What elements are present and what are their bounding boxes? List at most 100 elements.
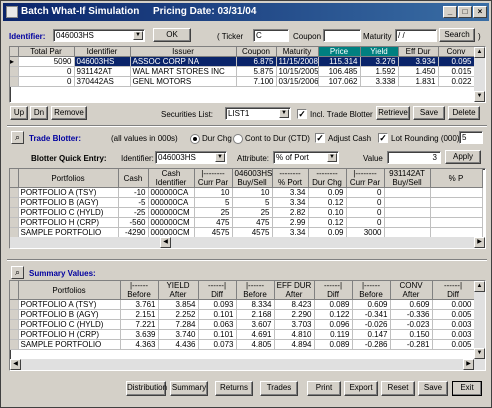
cell[interactable]: 0.005 <box>432 339 475 350</box>
cell[interactable]: 8.423 <box>274 299 315 310</box>
cell[interactable]: 3.934 <box>398 56 439 67</box>
cell[interactable] <box>384 227 431 238</box>
cell[interactable]: 4.894 <box>274 339 315 350</box>
col-conv[interactable]: Conv <box>438 47 475 57</box>
cell[interactable]: 4575 <box>232 227 273 238</box>
search-button[interactable]: Search <box>439 28 475 42</box>
cell[interactable]: 0.147 <box>352 329 391 340</box>
cell[interactable]: 0.09 <box>308 227 347 238</box>
row-selector[interactable] <box>10 227 19 238</box>
col-eff-dur[interactable]: Eff Dur <box>398 47 439 57</box>
col-yield[interactable]: Yield <box>360 47 399 57</box>
cell[interactable]: -0.341 <box>352 309 391 320</box>
col-yield-before[interactable]: |------ Before <box>120 281 159 300</box>
cell[interactable]: -25 <box>118 207 149 218</box>
cell[interactable]: 0 <box>18 66 75 77</box>
cell[interactable]: 0.003 <box>432 329 475 340</box>
cell[interactable]: 1.831 <box>398 76 439 87</box>
trades-button[interactable]: Trades <box>260 381 298 396</box>
col-conv-before[interactable]: |------ Before <box>352 281 391 300</box>
row-selector[interactable] <box>10 309 19 320</box>
cell[interactable]: 0.003 <box>432 319 475 330</box>
cell[interactable]: SAMPLE PORTFOLIO <box>18 339 121 350</box>
col-issuer[interactable]: Issuer <box>130 47 237 57</box>
col-046003hs-buy-sell[interactable]: 046003HS Buy/Sell <box>232 169 273 188</box>
col-931142at-buy-sell[interactable]: 931142AT Buy/Sell <box>384 169 431 188</box>
value-input[interactable]: 3 <box>387 151 441 164</box>
cell[interactable]: WAL MART STORES INC <box>130 66 237 77</box>
col-total-par[interactable]: Total Par <box>18 47 75 57</box>
row-selector[interactable] <box>10 207 19 218</box>
cell[interactable]: 3.276 <box>360 56 399 67</box>
cell[interactable]: -4290 <box>118 227 149 238</box>
table-row[interactable]: SAMPLE PORTFOLIO 4.363 4.436 0.073 4.805 4.89… <box>10 339 475 350</box>
cell[interactable]: 0.122 <box>314 309 353 320</box>
cell[interactable]: 0 <box>346 217 385 228</box>
col-cash[interactable]: Cash <box>118 169 149 188</box>
table-row[interactable]: PORTFOLIO B (AGY) 2.151 2.252 0.101 2.168 2.2… <box>10 309 475 320</box>
cell[interactable]: 0.063 <box>198 319 237 330</box>
cell[interactable]: 0.12 <box>308 217 347 228</box>
lot-rounding-input[interactable]: 5 <box>459 131 483 144</box>
scroll-down-icon[interactable]: ▼ <box>474 91 485 102</box>
cell[interactable]: 4575 <box>194 227 233 238</box>
cell[interactable]: 10/15/2005 <box>276 66 319 77</box>
col-effdur-diff[interactable]: ------| Diff <box>314 281 353 300</box>
cell[interactable]: 0.609 <box>352 299 391 310</box>
cell[interactable]: PORTFOLIO B (AGY) <box>18 309 121 320</box>
cell[interactable]: PORTFOLIO A (TSY) <box>18 299 121 310</box>
table-row[interactable]: PORTFOLIO H (CRP) 3.639 3.740 0.101 4.691 4.8… <box>10 329 475 340</box>
cell[interactable]: PORTFOLIO C (HYLD) <box>18 207 119 218</box>
cell[interactable]: ASSOC CORP NA <box>130 56 237 67</box>
magnifier-icon[interactable]: ⌕ <box>11 131 24 144</box>
cell[interactable]: 03/15/2006 <box>276 76 319 87</box>
col-price[interactable]: Price <box>318 47 361 57</box>
quick-identifier-combo[interactable]: 046003HS ▼ <box>155 151 227 164</box>
cell[interactable]: 000000CM <box>148 217 195 228</box>
cell[interactable]: 3.34 <box>272 197 309 208</box>
table-row[interactable]: PORTFOLIO A (TSY) 3.761 3.854 0.093 8.334 8.4… <box>10 299 475 310</box>
export-button[interactable]: Export <box>344 381 378 396</box>
table-row[interactable]: PORTFOLIO A (TSY) -10 000000CA 10 10 3.34 0.09… <box>10 187 483 198</box>
cell[interactable]: 25 <box>194 207 233 218</box>
incl-trade-blotter-checkbox[interactable]: ✓ <box>297 109 307 119</box>
row-selector[interactable] <box>10 299 19 310</box>
cell[interactable]: 0.089 <box>314 299 353 310</box>
col-cash-identifier[interactable]: Cash Identifier <box>148 169 195 188</box>
row-pointer[interactable]: ▸ <box>10 56 19 67</box>
cell[interactable]: 7.221 <box>120 319 159 330</box>
col-046003hs-curr-par[interactable]: |-------- Curr Par <box>194 169 233 188</box>
cell[interactable]: 5.875 <box>236 66 277 77</box>
cell[interactable]: 0.022 <box>438 76 475 87</box>
coupon-input[interactable] <box>323 29 361 42</box>
scroll-up-icon[interactable]: ▲ <box>474 47 485 58</box>
cell[interactable]: PORTFOLIO H (CRP) <box>18 217 119 228</box>
row-selector[interactable] <box>10 66 19 77</box>
col-931142at-pct-port[interactable]: % P <box>430 169 483 188</box>
scroll-down-icon[interactable]: ▼ <box>474 348 485 359</box>
cell[interactable]: -0.023 <box>390 319 433 330</box>
apply-button[interactable]: Apply <box>445 150 481 164</box>
summary-h-scrollbar[interactable]: ◀ ▶ <box>10 359 485 370</box>
table-row[interactable]: 0 931142AT WAL MART STORES INC 5.875 10/… <box>10 66 475 77</box>
scroll-left-icon[interactable]: ◀ <box>10 359 21 370</box>
col-931142at-curr-par[interactable]: |-------- Curr Par <box>346 169 385 188</box>
cell[interactable]: 3.338 <box>360 76 399 87</box>
delete-button[interactable]: Delete <box>448 106 480 120</box>
exit-button[interactable]: Exit <box>452 381 482 396</box>
cell[interactable]: 4.691 <box>236 329 275 340</box>
table-row[interactable]: 0 370442AS GENL MOTORS 7.100 03/15/2006 … <box>10 76 475 87</box>
cell[interactable]: 10 <box>194 187 233 198</box>
row-selector[interactable] <box>10 329 19 340</box>
cell[interactable]: 0.000 <box>432 299 475 310</box>
cell[interactable] <box>384 197 431 208</box>
cell[interactable]: 3.639 <box>120 329 159 340</box>
cell[interactable]: PORTFOLIO C (HYLD) <box>18 319 121 330</box>
cell[interactable]: 0 <box>346 207 385 218</box>
cell[interactable]: 0 <box>346 187 385 198</box>
col-portfolios[interactable]: Portfolios <box>18 281 121 300</box>
scroll-right-icon[interactable]: ▶ <box>463 359 474 370</box>
col-effdur-before[interactable]: |------ Before <box>236 281 275 300</box>
cell[interactable]: 7.100 <box>236 76 277 87</box>
cell[interactable]: 0.101 <box>198 309 237 320</box>
